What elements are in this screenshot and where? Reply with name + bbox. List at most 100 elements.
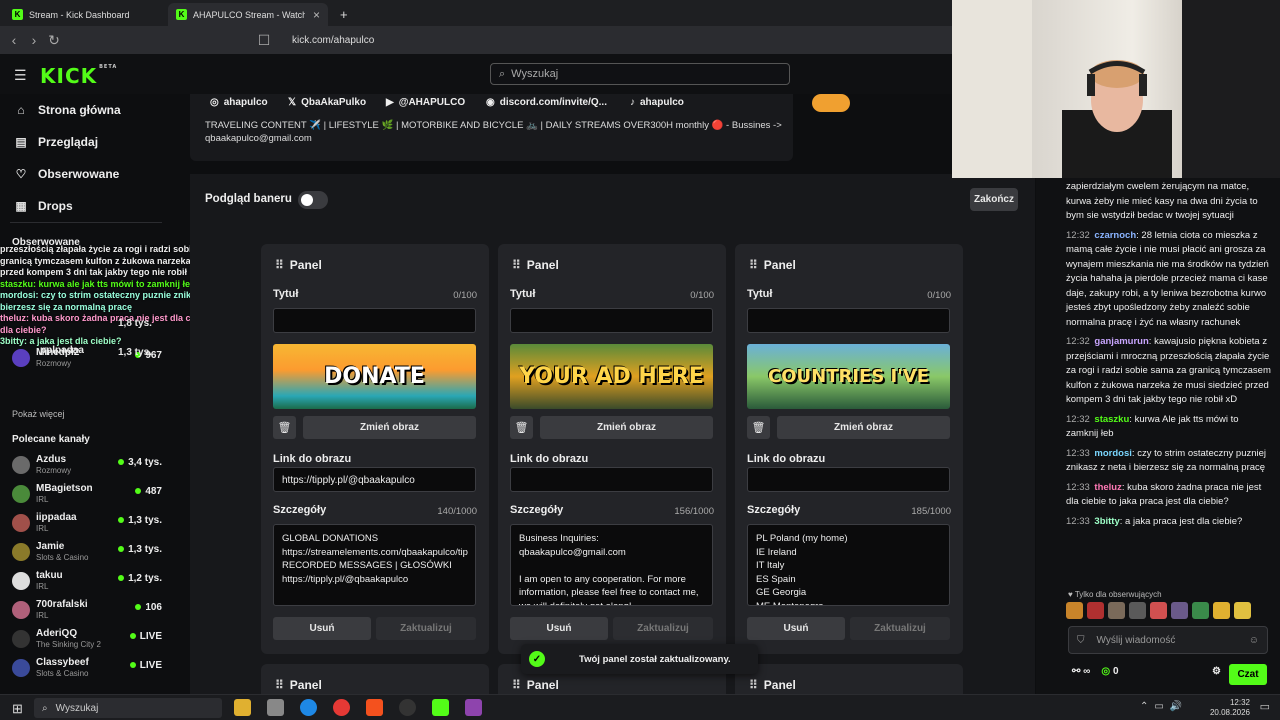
recommended-channel[interactable]: iippadaa IRL 1,3 tys. — [12, 510, 162, 536]
forward-icon[interactable]: › — [24, 32, 44, 48]
sidebar: ⌂ Strona główna ▤ Przeglądaj ♡ Obserwowane … — [0, 94, 188, 694]
nav-following[interactable]: ♡ Obserwowane — [14, 167, 120, 181]
nav-drops[interactable]: ▦ Drops — [14, 199, 72, 213]
social-youtube[interactable]: ▶ @AHAPULCO — [386, 97, 465, 108]
recommended-channel[interactable]: takuu IRL 1,2 tys. — [12, 568, 162, 594]
chat-input[interactable]: ⛉ Wyślij wiadomość ☺ — [1068, 626, 1268, 654]
emote[interactable] — [1234, 602, 1251, 619]
kick-favicon-icon: K — [176, 9, 187, 20]
recommended-channel[interactable]: Jamie Slots & Casino 1,3 tys. — [12, 539, 162, 565]
update-button[interactable]: Zaktualizuj — [376, 617, 476, 640]
panel-heading[interactable]: Panel — [275, 678, 322, 692]
finish-button[interactable]: Zakończ — [970, 188, 1018, 211]
recommended-channel[interactable]: 700rafalski IRL 106 — [12, 597, 162, 623]
details-textarea[interactable]: GLOBAL DONATIONS https://streamelements.… — [273, 524, 476, 606]
social-tiktok[interactable]: ♪ ahapulco — [630, 97, 684, 108]
emote[interactable] — [1150, 602, 1167, 619]
emote[interactable] — [1108, 602, 1125, 619]
gear-icon[interactable]: ⚙ — [1212, 666, 1221, 677]
panel-heading[interactable]: Panel — [512, 258, 559, 272]
emote[interactable] — [1213, 602, 1230, 619]
notification-icon[interactable]: ▭ — [1260, 700, 1270, 713]
heart-icon: ♡ — [15, 167, 27, 181]
delete-button[interactable]: Usuń — [747, 617, 845, 640]
x-icon: 𝕏 — [288, 97, 297, 108]
delete-button[interactable]: Usuń — [273, 617, 371, 640]
file-explorer-icon[interactable] — [234, 699, 251, 716]
url-field[interactable]: kick.com/ahapulco — [292, 35, 374, 46]
nav-browse[interactable]: ▤ Przeglądaj — [14, 135, 98, 149]
back-icon[interactable]: ‹ — [4, 32, 24, 48]
emote[interactable] — [1192, 602, 1209, 619]
tab-dashboard[interactable]: K Stream - Kick Dashboard — [4, 3, 166, 26]
trash-icon[interactable]: 🗑 — [747, 416, 770, 439]
menu-icon[interactable]: ☰ — [14, 67, 27, 84]
panel-heading[interactable]: Panel — [512, 678, 559, 692]
emote[interactable] — [1066, 602, 1083, 619]
title-input[interactable] — [747, 308, 950, 333]
title-input[interactable] — [510, 308, 713, 333]
emote[interactable] — [1171, 602, 1188, 619]
title-label: Tytuł — [747, 288, 773, 300]
change-image-button[interactable]: Zmień obraz — [303, 416, 476, 439]
update-button[interactable]: Zaktualizuj — [850, 617, 950, 640]
send-chat-button[interactable]: Czat — [1229, 664, 1267, 685]
settings-link-icon[interactable]: ⚯ ∞ — [1072, 666, 1090, 677]
youtube-icon: ▶ — [386, 97, 394, 108]
emote[interactable] — [1129, 602, 1146, 619]
details-textarea[interactable]: Business Inquiries: qbaakapulco@gmail.co… — [510, 524, 713, 606]
clock[interactable]: 12:32 20.08.2026 — [1210, 698, 1250, 718]
social-x[interactable]: 𝕏 QbaAkaPulko — [288, 97, 366, 108]
change-image-button[interactable]: Zmień obraz — [777, 416, 950, 439]
trash-icon[interactable]: 🗑 — [273, 416, 296, 439]
system-tray[interactable]: ⌃▭🔊 — [1140, 701, 1188, 712]
obs-icon[interactable] — [399, 699, 416, 716]
chrome-icon[interactable] — [333, 699, 350, 716]
app-icon[interactable] — [465, 699, 482, 716]
avatar — [12, 601, 30, 619]
windows-start-icon[interactable]: ⊞ — [12, 701, 23, 717]
avatar — [12, 543, 30, 561]
kick-logo[interactable]: KICK BETA — [40, 64, 117, 88]
image-link-input[interactable]: https://tipply.pl/@qbaakapulco — [273, 467, 476, 492]
recommended-channel[interactable]: Classybeef Slots & Casino LIVE — [12, 655, 162, 681]
details-textarea[interactable]: PL Poland (my home) IE Ireland IT Italy … — [747, 524, 950, 606]
taskbar-search[interactable]: ⌕ Wyszukaj — [34, 698, 222, 718]
shield-icon: ⛉ — [1077, 634, 1085, 646]
panel-heading[interactable]: Panel — [749, 678, 796, 692]
panel-image: YOUR AD HERE — [510, 344, 713, 409]
change-image-button[interactable]: Zmień obraz — [540, 416, 713, 439]
kick-favicon-icon: K — [12, 9, 23, 20]
title-input[interactable] — [273, 308, 476, 333]
recommended-channel[interactable]: Azdus Rozmowy 3,4 tys. — [12, 452, 162, 478]
nav-home[interactable]: ⌂ Strona główna — [14, 103, 120, 117]
panel-heading[interactable]: Panel — [749, 258, 796, 272]
emote-bar — [1066, 602, 1251, 619]
panel-heading[interactable]: Panel — [275, 258, 322, 272]
trash-icon[interactable]: 🗑 — [510, 416, 533, 439]
update-button[interactable]: Zaktualizuj — [613, 617, 713, 640]
kick-app-icon[interactable] — [432, 699, 449, 716]
edge-icon[interactable] — [300, 699, 317, 716]
new-tab-button[interactable]: + — [332, 3, 356, 26]
chat-message: 12:32 czarnoch: 28 letnia ciota co miesz… — [1066, 229, 1269, 328]
banner-preview-toggle[interactable] — [298, 191, 328, 209]
image-link-input[interactable] — [747, 467, 950, 492]
tab-stream[interactable]: KAHAPULCO Stream - Watch Live× — [168, 3, 328, 26]
search-input[interactable]: ⌕ Wyszukaj — [490, 63, 790, 85]
bookmark-icon[interactable]: ☐ — [254, 32, 274, 49]
emote[interactable] — [1087, 602, 1104, 619]
recommended-channel[interactable]: MBagietson IRL 487 — [12, 481, 162, 507]
social-discord[interactable]: ◉ discord.com/invite/Q... — [486, 97, 607, 108]
show-more-link[interactable]: Pokaż więcej — [12, 409, 65, 419]
reload-icon[interactable]: ↻ — [44, 32, 64, 49]
delete-button[interactable]: Usuń — [510, 617, 608, 640]
app-icon[interactable] — [267, 699, 284, 716]
brave-icon[interactable] — [366, 699, 383, 716]
image-link-input[interactable] — [510, 467, 713, 492]
recommended-channel[interactable]: AderiQQ The Sinking City 2 LIVE — [12, 626, 162, 652]
close-tab-icon[interactable]: × — [313, 8, 320, 22]
emoji-icon[interactable]: ☺ — [1249, 635, 1259, 646]
social-instagram[interactable]: ◎ ahapulco — [210, 97, 268, 108]
banner-preview-label: Podgląd baneru — [205, 193, 292, 205]
